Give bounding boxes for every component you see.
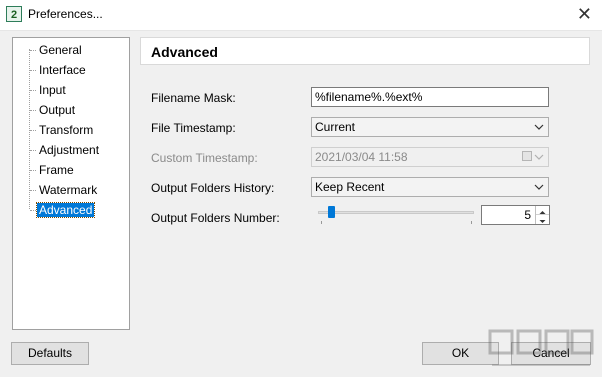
tree-branch bbox=[30, 130, 36, 131]
title-bar: 2 Preferences... ✕ bbox=[0, 0, 602, 31]
tree-branch bbox=[30, 50, 36, 51]
stepper-buttons bbox=[535, 206, 549, 224]
output-folders-history-value: Keep Recent bbox=[315, 180, 385, 194]
chevron-down-icon bbox=[534, 184, 544, 190]
output-folders-number-slider[interactable] bbox=[318, 211, 474, 214]
calendar-icon bbox=[522, 151, 532, 161]
chevron-down-icon bbox=[534, 154, 544, 160]
file-timestamp-dropdown[interactable]: Current bbox=[311, 117, 549, 137]
tree-item-label: Output bbox=[39, 103, 76, 117]
filename-mask-input[interactable]: %filename%.%ext% bbox=[311, 87, 549, 107]
defaults-button[interactable]: Defaults bbox=[11, 342, 89, 365]
tree-item-watermark[interactable]: Watermark bbox=[13, 181, 129, 199]
stepper-value: 5 bbox=[524, 208, 531, 222]
tree-item-frame[interactable]: Frame bbox=[13, 161, 129, 179]
stepper-down-button[interactable] bbox=[536, 215, 549, 224]
output-folders-history-dropdown[interactable]: Keep Recent bbox=[311, 177, 549, 197]
custom-timestamp-value: 2021/03/04 11:58 bbox=[315, 150, 408, 164]
slider-tick bbox=[321, 221, 322, 224]
tree-branch bbox=[30, 210, 36, 211]
tree-item-adjustment[interactable]: Adjustment bbox=[13, 141, 129, 159]
category-tree[interactable]: General Interface Input Output Transform… bbox=[12, 37, 130, 330]
tree-item-transform[interactable]: Transform bbox=[13, 121, 129, 139]
tree-branch bbox=[30, 150, 36, 151]
tree-item-label: Advanced bbox=[35, 202, 96, 218]
tree-branch bbox=[30, 70, 36, 71]
stepper-up-button[interactable] bbox=[536, 206, 549, 215]
app-icon: 2 bbox=[6, 6, 22, 22]
slider-thumb[interactable] bbox=[328, 206, 335, 218]
tree-item-label: Interface bbox=[39, 63, 86, 77]
chevron-down-icon bbox=[534, 124, 544, 130]
tree-item-label: General bbox=[39, 43, 82, 57]
slider-tick bbox=[471, 221, 472, 224]
tree-branch bbox=[30, 190, 36, 191]
custom-timestamp-picker: 2021/03/04 11:58 bbox=[311, 147, 549, 167]
watermark-logo-icon bbox=[488, 329, 594, 366]
caret-down-icon bbox=[539, 220, 546, 223]
tree-item-output[interactable]: Output bbox=[13, 101, 129, 119]
tree-item-input[interactable]: Input bbox=[13, 81, 129, 99]
tree-branch bbox=[30, 90, 36, 91]
tree-item-label: Adjustment bbox=[39, 143, 100, 157]
output-folders-history-label: Output Folders History: bbox=[151, 181, 275, 195]
custom-timestamp-label: Custom Timestamp: bbox=[151, 151, 258, 165]
panel-header: Advanced bbox=[140, 37, 590, 65]
tree-item-interface[interactable]: Interface bbox=[13, 61, 129, 79]
tree-item-general[interactable]: General bbox=[13, 41, 129, 59]
window-title: Preferences... bbox=[28, 7, 103, 21]
tree-item-advanced[interactable]: Advanced bbox=[13, 201, 129, 219]
tree-item-label: Frame bbox=[39, 163, 74, 177]
tree-item-label: Watermark bbox=[39, 183, 98, 197]
file-timestamp-value: Current bbox=[315, 120, 356, 134]
output-folders-number-stepper[interactable]: 5 bbox=[481, 205, 550, 225]
settings-panel: Advanced Filename Mask: %filename%.%ext%… bbox=[140, 37, 590, 330]
tree-branch bbox=[30, 110, 36, 111]
output-folders-number-label: Output Folders Number: bbox=[151, 211, 280, 225]
tree-branch bbox=[30, 170, 36, 171]
filename-mask-label: Filename Mask: bbox=[151, 91, 236, 105]
tree-item-label: Transform bbox=[39, 123, 94, 137]
close-icon[interactable]: ✕ bbox=[577, 3, 592, 25]
tree-item-label: Input bbox=[39, 83, 66, 97]
panel-title: Advanced bbox=[151, 44, 218, 60]
file-timestamp-label: File Timestamp: bbox=[151, 121, 236, 135]
